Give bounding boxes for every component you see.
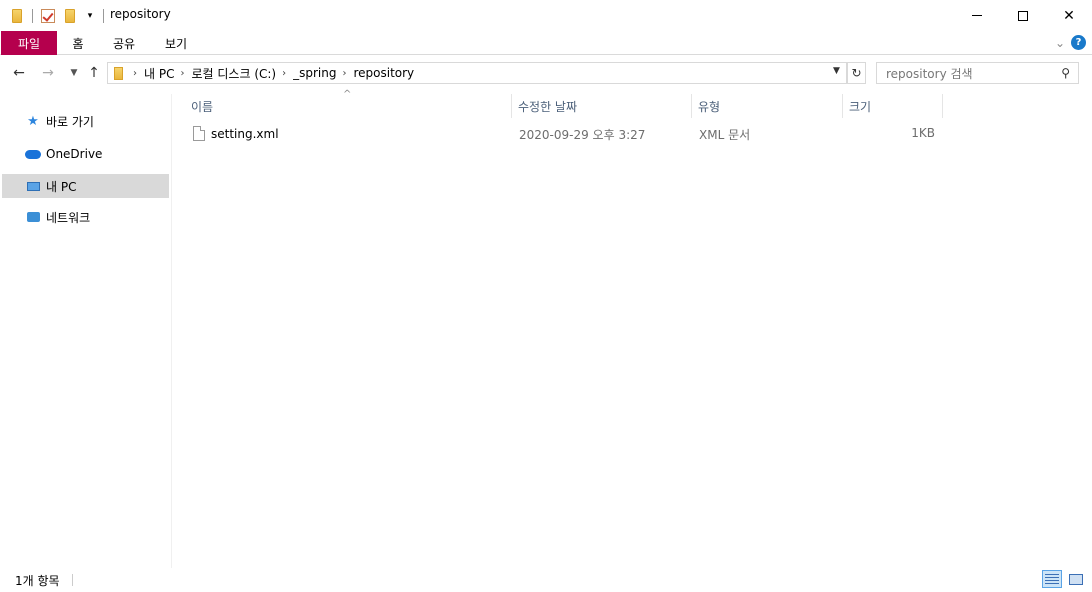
computer-icon — [24, 181, 42, 191]
status-bar: 1개 항목 — [0, 568, 1092, 592]
breadcrumb-repository[interactable]: repository — [353, 66, 414, 80]
arrow-left-icon: ← — [13, 65, 25, 81]
recent-locations-button[interactable]: ▼ — [64, 62, 84, 84]
file-icon — [193, 126, 205, 141]
cloud-icon — [24, 149, 42, 159]
item-count: 1개 항목 — [15, 574, 60, 588]
address-bar[interactable]: › 내 PC › 로컬 디스크 (C:) › _spring › reposit… — [107, 62, 847, 84]
refresh-button[interactable]: ↻ — [847, 62, 866, 84]
column-header-size[interactable]: 크기 — [843, 94, 943, 118]
minimize-button[interactable] — [954, 0, 1000, 31]
chevron-right-icon[interactable]: › — [282, 68, 286, 79]
divider — [32, 9, 33, 23]
table-row[interactable]: setting.xml 2020-09-29 오후 3:27 XML 문서 1K… — [185, 123, 945, 145]
column-header-name[interactable]: 이름 — [185, 94, 512, 118]
sidebar-item-label: 네트워크 — [46, 210, 91, 225]
close-button[interactable]: ✕ — [1046, 0, 1092, 31]
tab-share[interactable]: 공유 — [104, 31, 144, 55]
column-header-type[interactable]: 유형 — [692, 94, 843, 118]
back-button[interactable]: ← — [9, 62, 29, 84]
search-icon[interactable]: ⚲ — [1061, 66, 1070, 80]
breadcrumb-my-pc[interactable]: 내 PC — [144, 65, 174, 82]
sidebar-item-my-pc[interactable]: 내 PC — [2, 174, 169, 198]
sidebar-item-label: 내 PC — [46, 179, 77, 194]
help-icon[interactable]: ? — [1071, 35, 1086, 50]
sidebar-item-onedrive[interactable]: OneDrive — [2, 142, 169, 166]
file-size: 1KB — [911, 126, 935, 140]
file-name: setting.xml — [211, 126, 279, 141]
breadcrumb-local-disk[interactable]: 로컬 디스크 (C:) — [191, 65, 276, 82]
large-icons-view-icon — [1069, 573, 1083, 585]
arrow-up-icon: ↑ — [88, 65, 100, 81]
file-type: XML 문서 — [699, 128, 751, 142]
folder-icon[interactable] — [8, 7, 26, 25]
navigation-pane: ★ 바로 가기 OneDrive 내 PC 네트워크 — [0, 94, 172, 568]
file-name-cell[interactable]: setting.xml — [193, 126, 279, 141]
star-icon: ★ — [27, 113, 39, 129]
new-folder-icon[interactable] — [61, 7, 79, 25]
customize-toolbar-icon[interactable]: ▾ — [79, 7, 97, 25]
file-date: 2020-09-29 오후 3:27 — [519, 128, 646, 142]
file-list: ^ 이름 수정한 날짜 유형 크기 setting.xml 2020-09-29… — [172, 89, 1092, 568]
maximize-button[interactable] — [1000, 0, 1046, 31]
chevron-right-icon[interactable]: › — [342, 68, 346, 79]
large-icons-view-button[interactable] — [1066, 570, 1086, 588]
column-header-date[interactable]: 수정한 날짜 — [512, 94, 692, 118]
quick-access-toolbar: ▾ — [8, 6, 110, 26]
sidebar-item-network[interactable]: 네트워크 — [2, 205, 169, 229]
search-input[interactable]: repository 검색 ⚲ — [876, 62, 1079, 84]
sidebar-item-label: 바로 가기 — [46, 114, 94, 129]
breadcrumb-spring[interactable]: _spring — [293, 66, 336, 80]
ribbon-controls: ⌄ ? — [1055, 35, 1086, 50]
forward-button[interactable]: → — [38, 62, 58, 84]
tab-view[interactable]: 보기 — [156, 31, 196, 55]
details-view-icon — [1045, 573, 1059, 585]
window-title: repository — [110, 7, 171, 21]
search-placeholder: repository 검색 — [886, 66, 973, 81]
chevron-down-icon[interactable]: ⌄ — [1055, 36, 1065, 50]
arrow-right-icon: → — [42, 65, 54, 81]
divider — [72, 574, 73, 586]
title-bar: ▾ repository ✕ — [0, 0, 1092, 31]
folder-icon — [114, 66, 123, 80]
close-icon: ✕ — [1063, 7, 1075, 24]
chevron-right-icon[interactable]: › — [180, 68, 184, 79]
window-controls: ✕ — [954, 0, 1092, 31]
network-icon — [24, 212, 42, 222]
navigation-bar: ← → ▼ ↑ › 내 PC › 로컬 디스크 (C:) › _spring ›… — [0, 58, 1092, 88]
up-button[interactable]: ↑ — [84, 62, 104, 84]
minimize-icon — [972, 15, 982, 16]
tab-home[interactable]: 홈 — [62, 31, 94, 55]
chevron-right-icon[interactable]: › — [133, 68, 137, 79]
sidebar-item-label: OneDrive — [46, 147, 103, 161]
maximize-icon — [1018, 10, 1028, 21]
sidebar-item-quick-access[interactable]: ★ 바로 가기 — [2, 109, 169, 133]
tab-file[interactable]: 파일 — [1, 31, 57, 55]
details-view-button[interactable] — [1042, 570, 1062, 588]
refresh-icon: ↻ — [851, 66, 862, 80]
properties-icon[interactable] — [39, 7, 57, 25]
ribbon-tabs: 파일 홈 공유 보기 ⌄ ? — [0, 31, 1092, 55]
address-history-icon[interactable]: ▼ — [833, 66, 840, 76]
view-switcher — [1042, 570, 1086, 588]
chevron-down-icon: ▼ — [70, 68, 78, 78]
divider — [103, 9, 104, 23]
